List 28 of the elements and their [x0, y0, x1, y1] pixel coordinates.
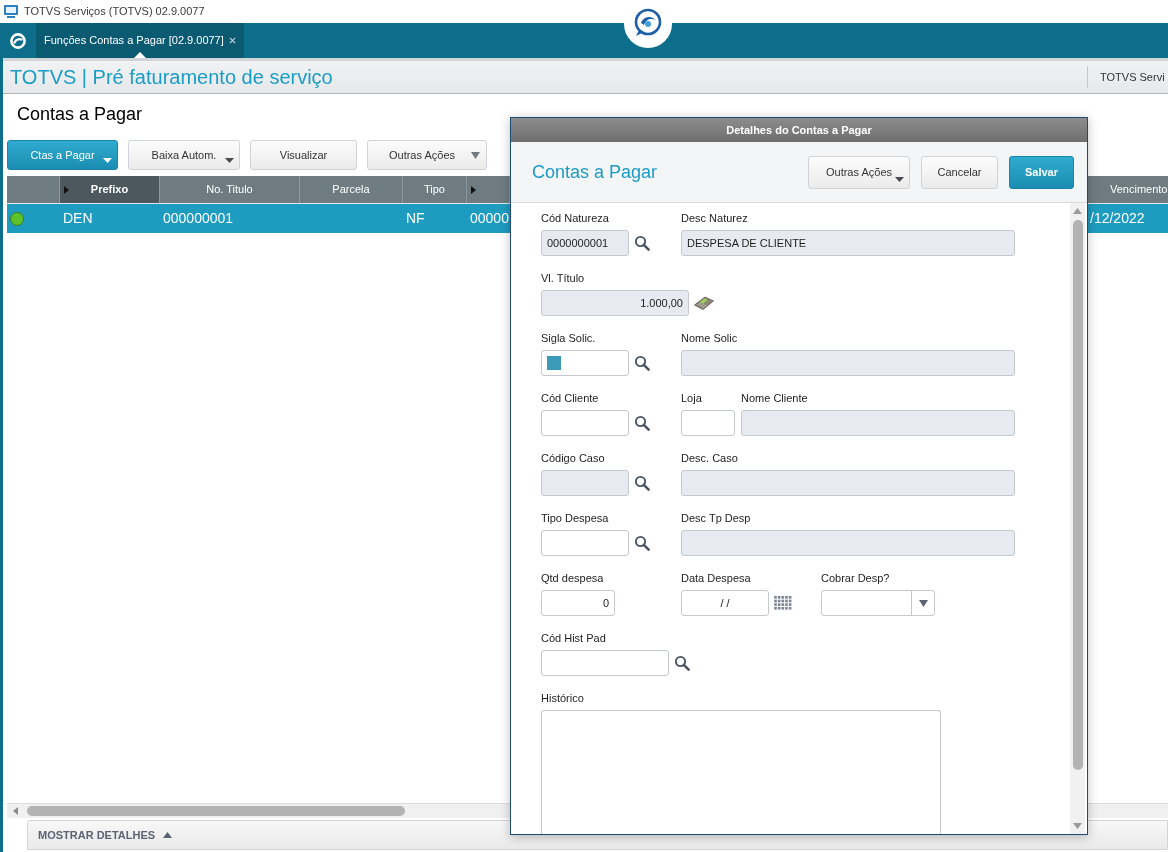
field-label: Tipo Despesa: [541, 511, 610, 525]
field-label: Nome Solic: [681, 331, 739, 345]
table-cell-text: /12/2022: [1090, 209, 1145, 228]
field-label: Loja: [681, 391, 703, 405]
field-label: Desc. Caso: [681, 451, 739, 465]
table-cell-text: DEN: [63, 209, 93, 228]
field-label: Data Despesa: [681, 571, 752, 585]
field-label: Nome Cliente: [741, 391, 809, 405]
header-label: TOTVS Servi: [1087, 66, 1168, 88]
field-label: Cód Cliente: [541, 391, 600, 405]
field-label: Qtd despesa: [541, 571, 605, 585]
field-label: Histórico: [541, 691, 585, 705]
app-title: TOTVS | Pré faturamento de serviço: [9, 65, 333, 90]
field-label: Cód Hist Pad: [541, 631, 607, 645]
page-title: Contas a Pagar: [17, 103, 143, 125]
table-cell-text: 00000: [470, 209, 509, 228]
dialog-heading: Contas a Pagar: [532, 160, 658, 184]
table-cell-text: 000000001: [163, 209, 234, 228]
field-label: Desc Tp Desp: [681, 511, 752, 525]
window-title: TOTVS Serviços (TOTVS) 02.9.0077: [24, 4, 205, 20]
field-label: Cobrar Desp?: [821, 571, 891, 585]
field-label: Sigla Solic.: [541, 331, 597, 345]
field-label: Desc Naturez: [681, 211, 749, 225]
table-cell-text: NF: [406, 209, 425, 228]
dialog-title-bar: Detalhes do Contas a Pagar: [511, 118, 1087, 142]
field-label: Vl. Título: [541, 271, 586, 285]
field-label: Cód Natureza: [541, 211, 610, 225]
field-label: Código Caso: [541, 451, 606, 465]
